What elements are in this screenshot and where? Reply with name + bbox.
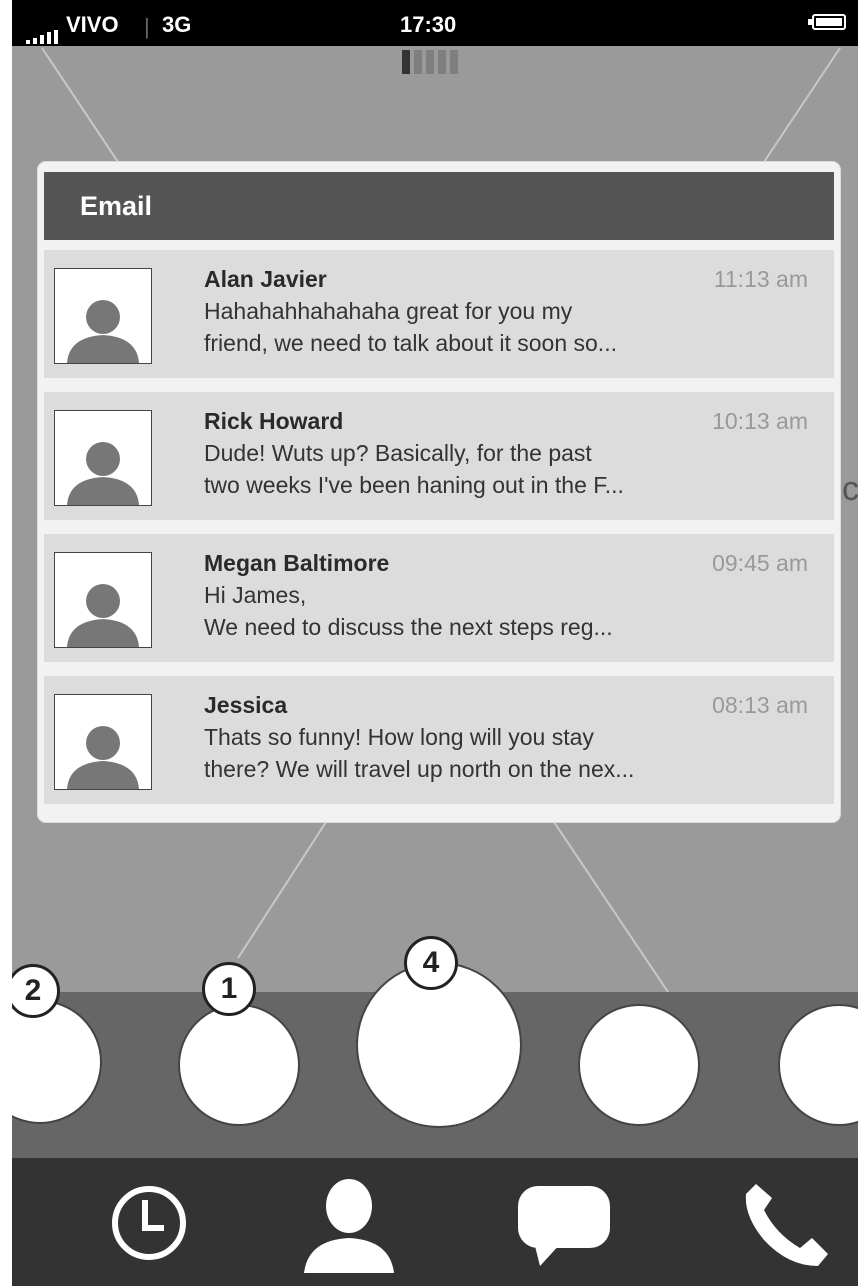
tab-recents[interactable] [94, 1168, 204, 1278]
tab-bar [12, 1158, 858, 1286]
email-item[interactable]: Jessica 08:13 am Thats so funny! How lon… [44, 676, 834, 804]
status-time: 17:30 [400, 12, 457, 37]
background-cut-text: ch [842, 470, 858, 508]
email-sender: Alan Javier [204, 266, 327, 292]
page-dot [450, 50, 458, 74]
email-preview-line: two weeks I've been haning out in the F.… [204, 472, 624, 498]
phone-icon [745, 1184, 828, 1266]
phone-screen: VIVO | 3G 17:30 Email Alan Javier 11:13 … [12, 0, 858, 1286]
email-preview-line: Dude! Wuts up? Basically, for the past [204, 440, 592, 466]
tab-messages[interactable] [512, 1168, 622, 1278]
email-preview-line: Hahahahhahahaha great for you my [204, 298, 573, 324]
email-time: 11:13 am [713, 266, 808, 292]
page-dot [414, 50, 422, 74]
avatar-icon [54, 552, 152, 648]
avatar-icon [54, 410, 152, 506]
page-indicator[interactable] [402, 50, 462, 79]
contact-bubble[interactable] [578, 1004, 700, 1126]
email-item[interactable]: Megan Baltimore 09:45 am Hi James, We ne… [44, 534, 834, 662]
chat-bubble-icon [518, 1186, 610, 1266]
status-separator: | [144, 14, 150, 39]
email-sender: Rick Howard [204, 408, 344, 434]
email-time: 10:13 am [712, 408, 808, 434]
email-item[interactable]: Alan Javier 11:13 am Hahahahhahahaha gre… [44, 250, 834, 378]
email-preview-line: there? We will travel up north on the ne… [204, 756, 635, 782]
email-panel: Email Alan Javier 11:13 am Hahahahhahaha… [38, 162, 840, 822]
page-dot [438, 50, 446, 74]
unread-count-badge: 1 [202, 962, 256, 1016]
tab-contacts[interactable] [294, 1168, 404, 1278]
page-dot [426, 50, 434, 74]
email-preview-line: friend, we need to talk about it soon so… [204, 330, 617, 356]
person-icon [304, 1179, 394, 1273]
email-preview-line: Thats so funny! How long will you stay [204, 724, 594, 750]
email-panel-title: Email [44, 172, 834, 240]
email-sender: Megan Baltimore [204, 550, 390, 576]
email-preview-line: Hi James, [204, 582, 307, 608]
email-time: 08:13 am [712, 692, 808, 718]
unread-count-badge: 4 [404, 936, 458, 990]
battery-icon [808, 14, 846, 30]
email-preview-line: We need to discuss the next steps reg... [204, 614, 613, 640]
avatar-icon [54, 268, 152, 364]
tab-phone[interactable] [734, 1168, 844, 1278]
email-item[interactable]: Rick Howard 10:13 am Dude! Wuts up? Basi… [44, 392, 834, 520]
network-type: 3G [162, 12, 192, 37]
clock-icon [112, 1186, 186, 1260]
carrier-name: VIVO [66, 12, 119, 37]
avatar-icon [54, 694, 152, 790]
page-dot [402, 50, 410, 74]
contact-bubble[interactable] [178, 1004, 300, 1126]
signal-bars-icon [26, 30, 58, 44]
status-bar: VIVO | 3G 17:30 [12, 0, 858, 46]
email-sender: Jessica [204, 692, 288, 718]
email-time: 09:45 am [712, 550, 808, 576]
